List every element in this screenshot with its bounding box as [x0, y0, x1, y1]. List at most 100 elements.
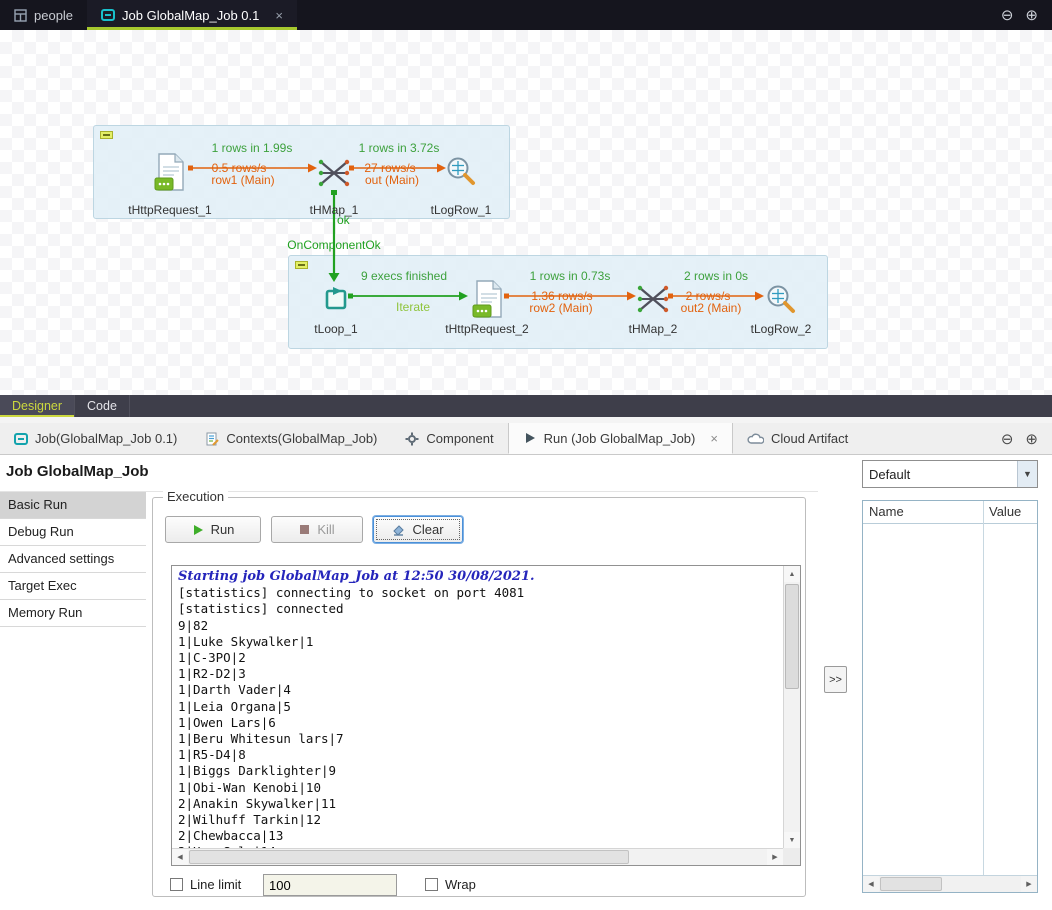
thmap-icon[interactable] [317, 156, 351, 195]
component-label[interactable]: tLogRow_1 [431, 203, 492, 217]
tab-contexts[interactable]: Contexts(GlobalMap_Job) [191, 423, 391, 454]
context-variables-table: Name Value ◀ ▶ [862, 500, 1038, 893]
tab-contexts-label: Contexts(GlobalMap_Job) [226, 431, 377, 446]
component-label[interactable]: tLoop_1 [314, 322, 357, 336]
execution-legend: Execution [163, 489, 228, 504]
link-name[interactable]: row2 (Main) [529, 301, 592, 315]
job-designer-canvas[interactable]: tHttpRequest_1 tHMap_1 tLogRow_1 1 rows … [0, 30, 1052, 395]
view-tab-bar-actions: ⊖ ⊕ [1001, 423, 1052, 454]
console-line: 2|Anakin Skywalker|11 [178, 796, 783, 812]
run-sidebar: Basic Run Debug Run Advanced settings Ta… [0, 492, 146, 627]
trigger-ok-label: ok [337, 213, 350, 227]
tab-cloud-artifact[interactable]: Cloud Artifact [733, 423, 862, 454]
thttprequest-icon[interactable] [152, 152, 188, 199]
console-line: 2|Wilhuff Tarkin|12 [178, 812, 783, 828]
editor-tab-label: people [34, 8, 73, 23]
console-line: 1|Owen Lars|6 [178, 715, 783, 731]
console-line: 9|82 [178, 618, 783, 634]
link-name[interactable]: out2 (Main) [681, 301, 742, 315]
scroll-up-icon[interactable]: ▲ [784, 566, 800, 582]
console-line: [statistics] connected [178, 601, 783, 617]
sidebar-item-debug-run[interactable]: Debug Run [0, 519, 146, 546]
execution-console[interactable]: Starting job GlobalMap_Job at 12:50 30/0… [171, 565, 801, 866]
run-view: Job GlobalMap_Job Basic Run Debug Run Ad… [0, 455, 1052, 910]
console-line: 1|Luke Skywalker|1 [178, 634, 783, 650]
column-header-value[interactable]: Value [989, 504, 1021, 519]
horizontal-scrollbar-thumb[interactable] [880, 877, 942, 891]
thttprequest-icon[interactable] [470, 279, 506, 326]
thmap-icon[interactable] [636, 282, 670, 321]
console-line: 1|Biggs Darklighter|9 [178, 763, 783, 779]
kill-button[interactable]: Kill [271, 516, 363, 543]
close-icon[interactable]: × [275, 8, 283, 23]
component-label[interactable]: tHttpRequest_1 [128, 203, 211, 217]
line-limit-input[interactable] [263, 874, 397, 896]
minimize-icon[interactable]: ⊖ [1001, 6, 1014, 24]
tlogrow-icon[interactable] [445, 155, 477, 192]
maximize-icon[interactable]: ⊕ [1025, 430, 1038, 448]
minimize-icon[interactable]: ⊖ [1001, 430, 1014, 448]
sidebar-item-memory-run[interactable]: Memory Run [0, 600, 146, 627]
context-select[interactable]: Default ▼ [862, 460, 1038, 488]
link-row-stats: 9 execs finished [361, 269, 447, 283]
clear-button[interactable]: Clear [373, 516, 463, 543]
component-label[interactable]: tHMap_1 [310, 203, 359, 217]
tab-cloud-artifact-label: Cloud Artifact [771, 431, 848, 446]
tab-designer[interactable]: Designer [0, 395, 75, 417]
tab-job[interactable]: Job(GlobalMap_Job 0.1) [0, 423, 191, 454]
wrap-label: Wrap [445, 877, 476, 892]
column-header-name[interactable]: Name [869, 504, 904, 519]
editor-tab-job[interactable]: Job GlobalMap_Job 0.1 × [87, 0, 297, 30]
cloud-icon [747, 432, 764, 445]
tab-component[interactable]: Component [391, 423, 507, 454]
component-label[interactable]: tLogRow_2 [751, 322, 812, 336]
component-label[interactable]: tHMap_2 [629, 322, 678, 336]
editor-tab-label: Job GlobalMap_Job 0.1 [122, 8, 259, 23]
link-row-stats: 1 rows in 1.99s [212, 141, 293, 155]
chevron-down-icon[interactable]: ▼ [1017, 461, 1037, 487]
horizontal-scrollbar-thumb[interactable] [189, 850, 629, 864]
horizontal-scrollbar[interactable]: ◀ ▶ [172, 848, 783, 865]
scrollbar-corner [783, 848, 800, 865]
horizontal-scrollbar[interactable]: ◀ ▶ [863, 875, 1037, 892]
table-icon [14, 9, 27, 22]
scroll-left-icon[interactable]: ◀ [863, 876, 879, 892]
scroll-down-icon[interactable]: ▼ [784, 832, 800, 848]
editor-tab-people[interactable]: people [0, 0, 87, 30]
console-line: 1|R2-D2|3 [178, 666, 783, 682]
sidebar-item-advanced-settings[interactable]: Advanced settings [0, 546, 146, 573]
scroll-right-icon[interactable]: ▶ [767, 849, 783, 865]
maximize-icon[interactable]: ⊕ [1025, 6, 1038, 24]
job-icon [101, 8, 115, 22]
page-title: Job GlobalMap_Job [6, 463, 149, 480]
tlogrow-icon[interactable] [765, 283, 797, 320]
link-name[interactable]: Iterate [396, 300, 430, 314]
component-label[interactable]: tHttpRequest_2 [445, 322, 528, 336]
vertical-scrollbar-thumb[interactable] [785, 584, 799, 689]
kill-stop-icon [299, 524, 310, 535]
wrap-checkbox[interactable] [425, 878, 438, 891]
console-line: [statistics] connecting to socket on por… [178, 585, 783, 601]
sidebar-item-basic-run[interactable]: Basic Run [0, 492, 146, 519]
scroll-right-icon[interactable]: ▶ [1021, 876, 1037, 892]
expand-context-button[interactable]: >> [824, 666, 847, 693]
console-line: 1|C-3PO|2 [178, 650, 783, 666]
console-line: 1|Beru Whitesun lars|7 [178, 731, 783, 747]
kill-button-label: Kill [317, 522, 334, 537]
tab-run[interactable]: Run (Job GlobalMap_Job) × [508, 423, 733, 454]
link-name[interactable]: row1 (Main) [211, 173, 274, 187]
console-line: 1|Obi-Wan Kenobi|10 [178, 780, 783, 796]
tloop-icon[interactable] [322, 285, 350, 318]
tab-code[interactable]: Code [75, 395, 130, 417]
link-name[interactable]: out (Main) [365, 173, 419, 187]
close-icon[interactable]: × [710, 431, 718, 446]
tab-job-label: Job(GlobalMap_Job 0.1) [35, 431, 177, 446]
vertical-scrollbar[interactable]: ▲ ▼ [783, 566, 800, 848]
run-button[interactable]: Run [165, 516, 261, 543]
sidebar-item-target-exec[interactable]: Target Exec [0, 573, 146, 600]
trigger-connection-label[interactable]: OnComponentOk [287, 238, 380, 252]
execution-groupbox: Execution Run Kill Clear Starting job Gl… [152, 497, 806, 897]
scroll-left-icon[interactable]: ◀ [172, 849, 188, 865]
line-limit-checkbox[interactable] [170, 878, 183, 891]
job-icon [14, 432, 28, 446]
